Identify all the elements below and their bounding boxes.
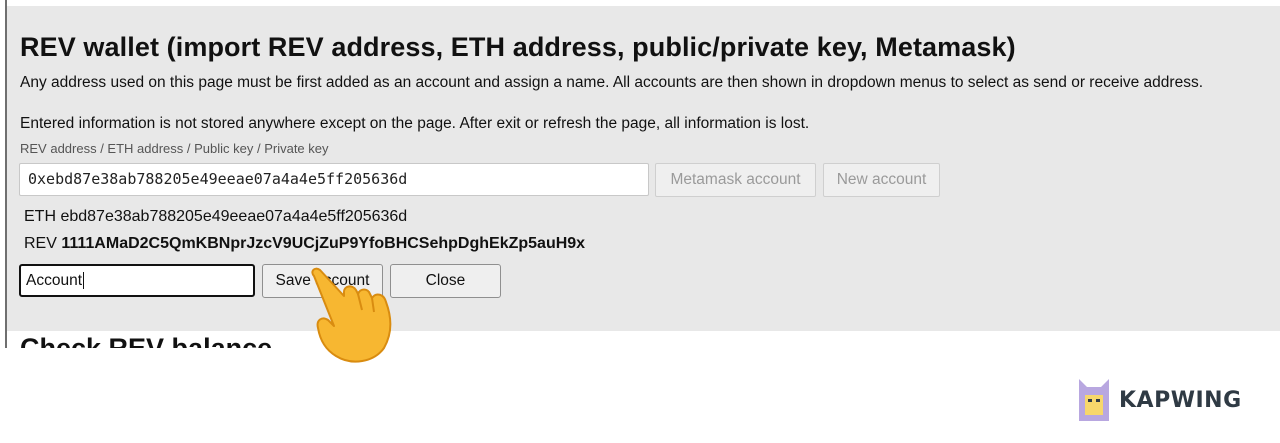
kapwing-wordmark: KAPWING [1119,387,1242,413]
address-input[interactable]: 0xebd87e38ab788205e49eeae07a4a4e5ff20563… [19,163,649,196]
rev-label: REV [24,235,57,252]
kapwing-watermark: KAPWING [1075,377,1242,423]
check-balance-heading: Check REV balance [20,333,273,348]
eth-address-line: ETH ebd87e38ab788205e49eeae07a4a4e5ff205… [24,208,407,226]
pointing-hand-icon [311,267,392,363]
eth-label: ETH [24,208,56,225]
rev-address-line: REV 1111AMaD2C5QmKBNprJzcV9UCjZuP9YfoBHC… [24,235,585,253]
account-name-input[interactable]: Account [19,264,255,297]
rev-address-value: 1111AMaD2C5QmKBNprJzcV9UCjZuP9YfoBHCSehp… [61,235,586,252]
page-title: REV wallet (import REV address, ETH addr… [20,32,1016,62]
eth-address-value: ebd87e38ab788205e49eeae07a4a4e5ff205636d [60,208,408,225]
new-account-button[interactable]: New account [823,163,940,197]
kapwing-logo-icon [1079,379,1109,421]
account-name-value: Account [26,272,83,289]
storage-note: Entered information is not stored anywhe… [20,115,810,132]
wallet-description: Any address used on this page must be fi… [20,74,1204,91]
text-caret [83,272,85,290]
metamask-account-button[interactable]: Metamask account [655,163,816,197]
address-field-label: REV address / ETH address / Public key /… [20,141,329,156]
